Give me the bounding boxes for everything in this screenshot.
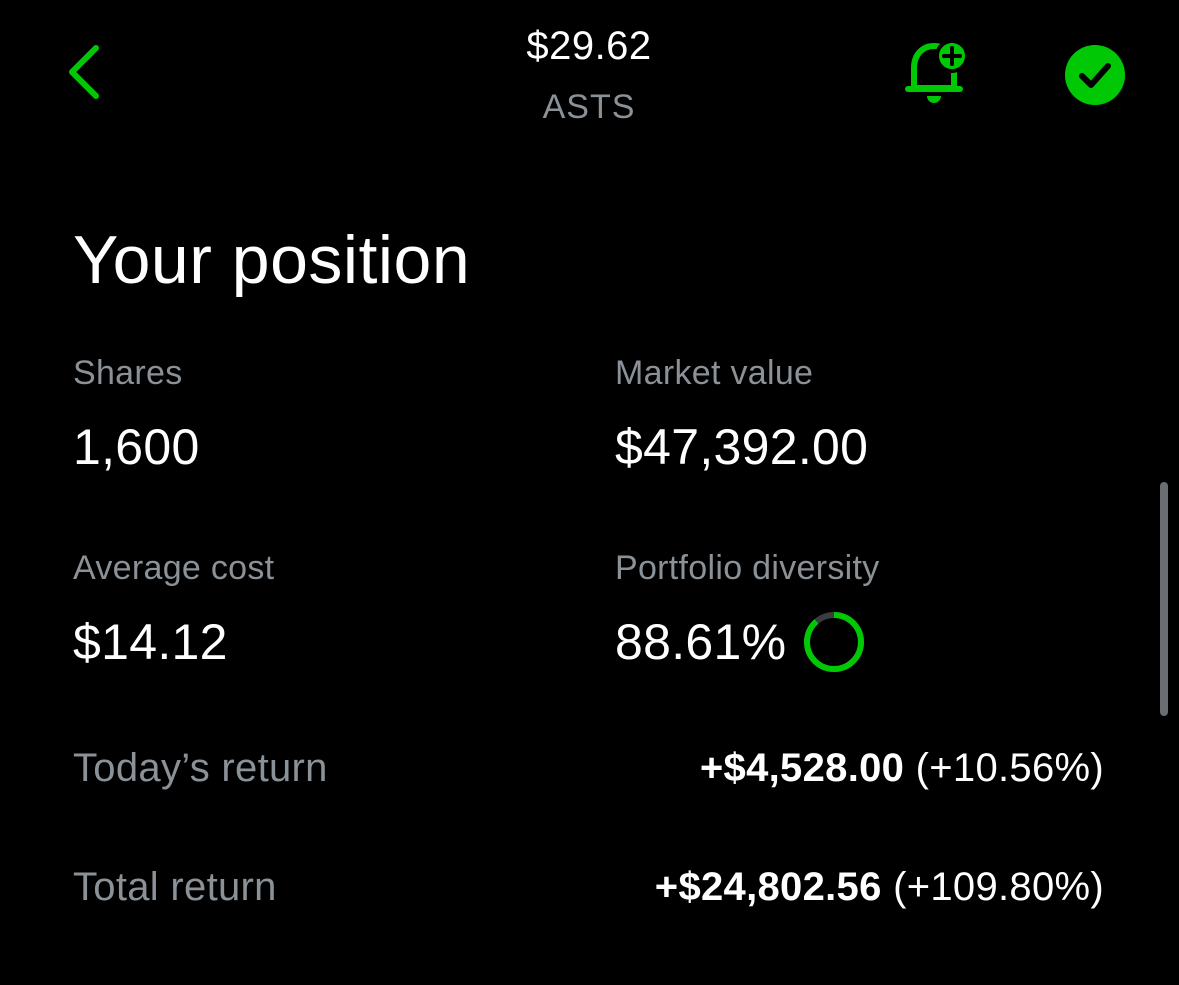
todays-return-amount: +$4,528.00 [699, 746, 905, 790]
confirm-button[interactable] [1064, 44, 1126, 106]
add-alert-button[interactable] [900, 38, 976, 110]
portfolio-diversity[interactable]: 88.61% [615, 610, 866, 674]
diversity-ring-icon [804, 612, 865, 672]
todays-return-value: +$4,528.00 (+10.56%) [700, 742, 1104, 794]
shares-label: Shares [73, 354, 183, 392]
total-return-label: Total return [73, 865, 277, 909]
todays-return-label: Today’s return [73, 746, 328, 790]
scrollbar[interactable] [1160, 482, 1168, 716]
portfolio-diversity-value: 88.61% [615, 614, 787, 670]
header-title: $29.62 ASTS [389, 20, 789, 130]
section-title: Your position [73, 222, 471, 298]
chevron-left-icon [69, 45, 99, 99]
total-return-amount: +$24,802.56 [654, 865, 882, 909]
todays-return-percent: (+10.56%) [915, 746, 1104, 790]
bell-plus-icon [905, 39, 969, 103]
back-button[interactable] [56, 36, 112, 108]
header-ticker: ASTS [542, 88, 636, 126]
check-circle-icon [1065, 45, 1125, 105]
average-cost-label: Average cost [73, 549, 275, 587]
market-value-value: $47,392.00 [615, 419, 869, 475]
portfolio-diversity-label: Portfolio diversity [615, 549, 880, 587]
average-cost-value: $14.12 [73, 614, 228, 670]
header-price: $29.62 [526, 24, 652, 68]
diversity-ring-fill [804, 612, 865, 672]
market-value-label: Market value [615, 354, 814, 392]
shares-value: 1,600 [73, 419, 200, 475]
total-return-percent: (+109.80%) [893, 865, 1104, 909]
total-return-value: +$24,802.56 (+109.80%) [655, 861, 1104, 913]
